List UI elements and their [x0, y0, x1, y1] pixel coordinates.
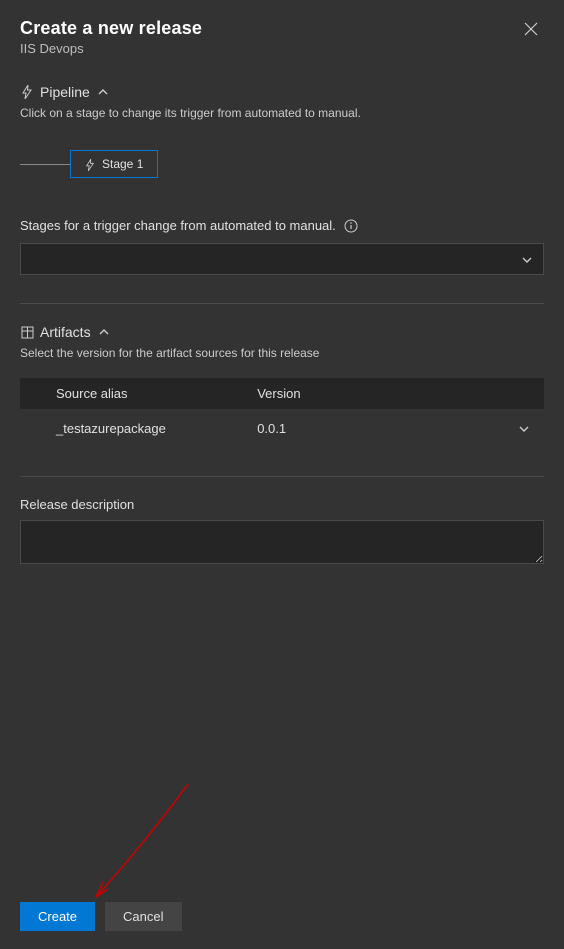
- artifact-source-alias: _testazurepackage: [34, 421, 257, 436]
- trigger-stages-dropdown[interactable]: [20, 243, 544, 275]
- stage-label: Stage 1: [102, 157, 143, 171]
- close-button[interactable]: [518, 18, 544, 44]
- chevron-up-icon: [97, 325, 111, 339]
- pipeline-section-label: Pipeline: [40, 84, 90, 100]
- panel-subtitle: IIS Devops: [20, 41, 518, 56]
- pipeline-connector: [20, 164, 70, 165]
- chevron-down-icon: [521, 253, 533, 265]
- pipeline-section-header[interactable]: Pipeline: [20, 84, 544, 100]
- divider: [20, 303, 544, 304]
- lightning-icon: [20, 85, 34, 99]
- cancel-button[interactable]: Cancel: [105, 902, 181, 931]
- artifacts-section-label: Artifacts: [40, 324, 91, 340]
- close-icon: [524, 22, 538, 36]
- trigger-field-label: Stages for a trigger change from automat…: [20, 218, 336, 233]
- create-button[interactable]: Create: [20, 902, 95, 931]
- divider: [20, 476, 544, 477]
- release-description-label: Release description: [20, 497, 544, 512]
- column-source-alias: Source alias: [34, 386, 257, 401]
- release-description-textarea[interactable]: [20, 520, 544, 564]
- chevron-down-icon: [518, 423, 530, 435]
- artifacts-table-header: Source alias Version: [20, 378, 544, 409]
- stage-box[interactable]: Stage 1: [70, 150, 158, 178]
- panel-title: Create a new release: [20, 18, 518, 39]
- lightning-icon: [85, 159, 96, 170]
- annotation-arrow: [78, 779, 198, 909]
- artifacts-description: Select the version for the artifact sour…: [20, 346, 544, 360]
- artifact-row[interactable]: _testazurepackage 0.0.1: [20, 409, 544, 448]
- package-icon: [20, 325, 34, 339]
- artifacts-section-header[interactable]: Artifacts: [20, 324, 544, 340]
- chevron-up-icon: [96, 85, 110, 99]
- info-icon[interactable]: [344, 219, 358, 233]
- column-version: Version: [257, 386, 530, 401]
- pipeline-description: Click on a stage to change its trigger f…: [20, 106, 544, 120]
- artifact-version: 0.0.1: [257, 421, 518, 436]
